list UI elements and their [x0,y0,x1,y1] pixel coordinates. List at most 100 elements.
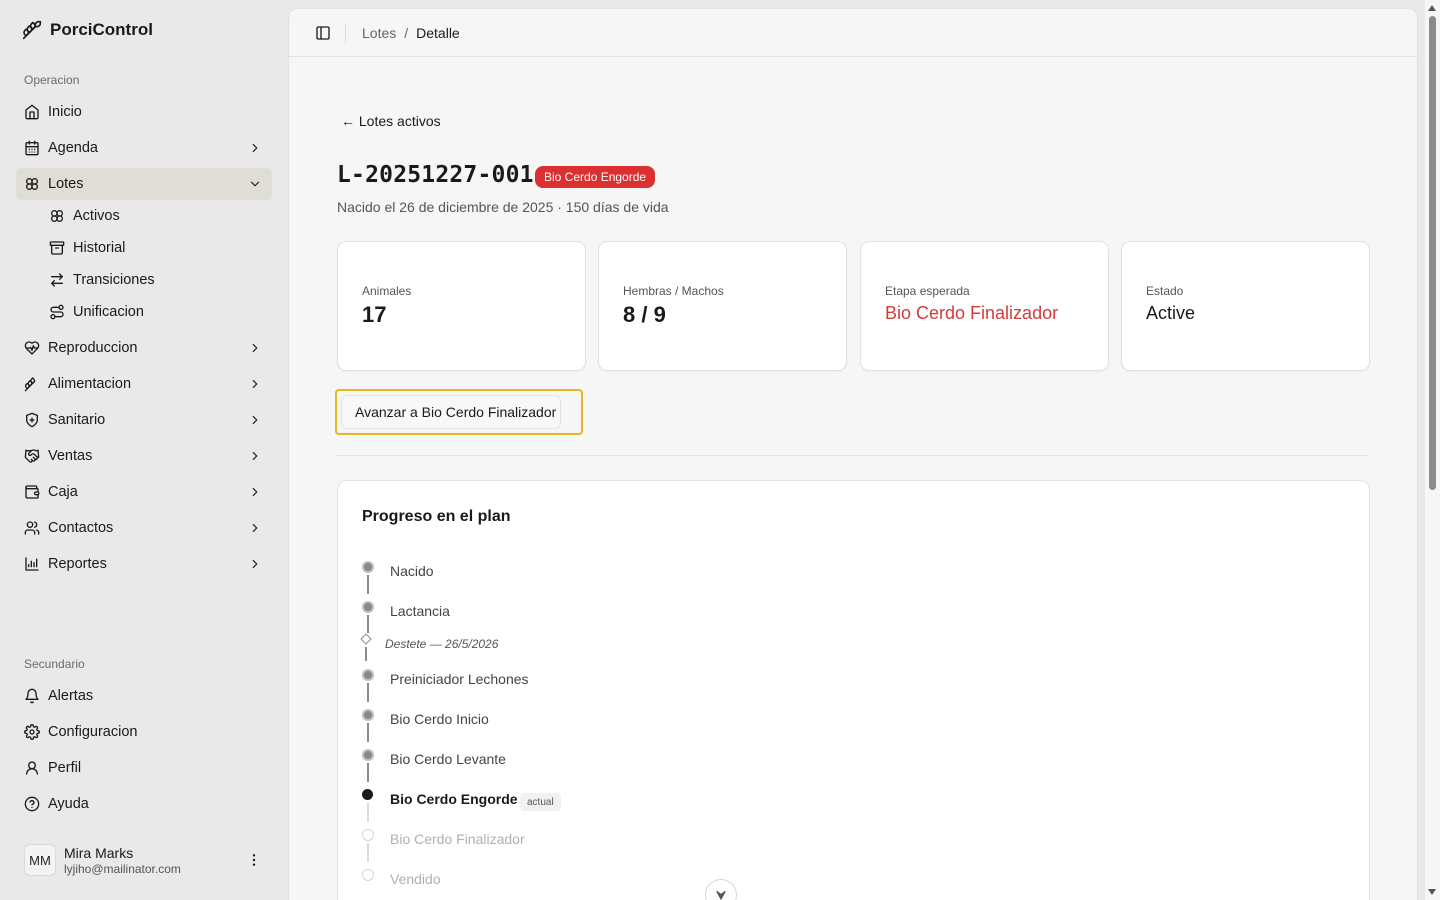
advance-stage-button[interactable]: Avanzar a Bio Cerdo Finalizador [341,395,561,429]
sidebar-subitem-transiciones[interactable]: Transiciones [41,266,155,294]
help-icon [24,796,40,812]
heart-pulse-icon [24,340,40,356]
section-label-secundario: Secundario [24,657,85,671]
chevron-right-icon [248,377,262,391]
sidebar-item-label: Agenda [48,140,98,156]
more-vertical-icon[interactable] [246,852,262,868]
stat-card-etapa-esperada: Etapa esperada Bio Cerdo Finalizador [860,241,1109,371]
sidebar-item-label: Reproduccion [48,340,138,356]
swap-icon [49,272,65,288]
sidebar-item-contactos[interactable]: Contactos [16,512,272,544]
sidebar-item-inicio[interactable]: Inicio [16,96,272,128]
chevron-right-icon [248,557,262,571]
stage-badge: Bio Cerdo Engorde [535,166,656,188]
handshake-icon [24,448,40,464]
wallet-icon [24,484,40,500]
sidebar-subitem-historial[interactable]: Historial [41,234,125,262]
timeline-connector [367,723,369,742]
sidebar-item-label: Inicio [48,104,82,120]
timeline-stage: Nacido [390,563,434,579]
timeline-stage: Bio Cerdo Inicio [390,711,489,727]
sidebar-item-agenda[interactable]: Agenda [16,132,272,164]
sidebar-item-alimentacion[interactable]: Alimentacion [16,368,272,400]
sidebar-subitem-activos[interactable]: Activos [41,202,120,230]
gear-icon [24,724,40,740]
home-icon [24,104,40,120]
scrollbar-thumb[interactable] [1429,16,1436,490]
sidebar-item-reportes[interactable]: Reportes [16,548,272,580]
stat-value: 17 [362,302,387,327]
sidebar-item-ventas[interactable]: Ventas [16,440,272,472]
sidebar-item-sanitario[interactable]: Sanitario [16,404,272,436]
merge-icon [49,304,65,320]
sidebar: PorciControl Operacion Inicio Agenda Lot… [0,0,288,900]
back-link[interactable]: ← Lotes activos [341,113,441,129]
chevron-down-icon [248,177,262,191]
sidebar-subitem-label: Transiciones [73,272,155,288]
wheat-icon [24,376,40,392]
user-menu[interactable]: MM Mira Marks lyjiho@mailinator.com [16,836,272,884]
sidebar-item-configuracion[interactable]: Configuracion [16,716,272,748]
stat-label: Etapa esperada [885,284,970,298]
stat-label: Estado [1146,284,1184,298]
sidebar-item-label: Sanitario [48,412,106,428]
brand[interactable]: PorciControl [22,20,153,40]
timeline-stage: Vendido [390,871,441,887]
breadcrumb-lotes[interactable]: Lotes [362,25,396,41]
sidebar-item-lotes[interactable]: Lotes [16,168,272,200]
bell-icon [24,688,40,704]
timeline-dot-current [362,789,373,800]
timeline-dot [362,601,374,613]
section-label-operacion: Operacion [24,73,80,87]
timeline-dot [362,709,374,721]
sidebar-item-alertas[interactable]: Alertas [16,680,272,712]
stat-card-hembras-machos: Hembras / Machos 8 / 9 [598,241,847,371]
sidebar-item-reproduccion[interactable]: Reproduccion [16,332,272,364]
bar-chart-icon [24,556,40,572]
sidebar-toggle-icon[interactable] [315,25,331,41]
timeline-connector [367,683,369,702]
sidebar-subitem-unificacion[interactable]: Unificacion [41,298,144,326]
sidebar-item-caja[interactable]: Caja [16,476,272,508]
sidebar-subitem-label: Activos [73,208,120,224]
top-bar: Lotes / Detalle [289,9,1417,57]
timeline-dot [362,749,374,761]
timeline-connector [367,615,369,633]
divider [337,455,1369,456]
sidebar-item-ayuda[interactable]: Ayuda [16,788,272,820]
page-scrollbar[interactable] [1425,0,1440,900]
app-name: PorciControl [50,20,153,39]
breadcrumb-separator: / [404,25,409,41]
current-stage-badge: actual [520,793,561,811]
sidebar-item-label: Reportes [48,556,107,572]
stat-card-animales: Animales 17 [337,241,586,371]
timeline-connector [367,803,369,822]
sidebar-item-label: Lotes [48,176,84,192]
scroll-down-arrow-icon[interactable] [1428,889,1436,895]
scroll-up-arrow-icon[interactable] [1428,5,1436,11]
sidebar-item-label: Caja [48,484,78,500]
timeline-event: Destete — 26/5/2026 [385,637,499,651]
timeline-connector [367,843,369,862]
timeline-event-marker [360,633,372,645]
timeline-connector [367,763,369,782]
sidebar-item-label: Configuracion [48,724,138,740]
chevron-right-icon [248,521,262,535]
sidebar-item-label: Alertas [48,688,94,704]
page-subtitle: Nacido el 26 de diciembre de 2025 · 150 … [337,199,669,215]
sidebar-item-label: Alimentacion [48,376,132,392]
timeline-connector [367,575,369,594]
sidebar-item-label: Perfil [48,760,82,776]
lots-icon [49,208,65,224]
stat-card-estado: Estado Active [1121,241,1370,371]
timeline-dot [362,669,374,681]
chevron-right-icon [248,413,262,427]
chevron-right-icon [248,341,262,355]
timeline-dot [362,869,374,881]
timeline-stage: Bio Cerdo Levante [390,751,506,767]
chevron-right-icon [248,485,262,499]
users-icon [24,520,40,536]
sidebar-item-perfil[interactable]: Perfil [16,752,272,784]
timeline-connector [365,647,367,661]
sidebar-item-label: Ventas [48,448,93,464]
